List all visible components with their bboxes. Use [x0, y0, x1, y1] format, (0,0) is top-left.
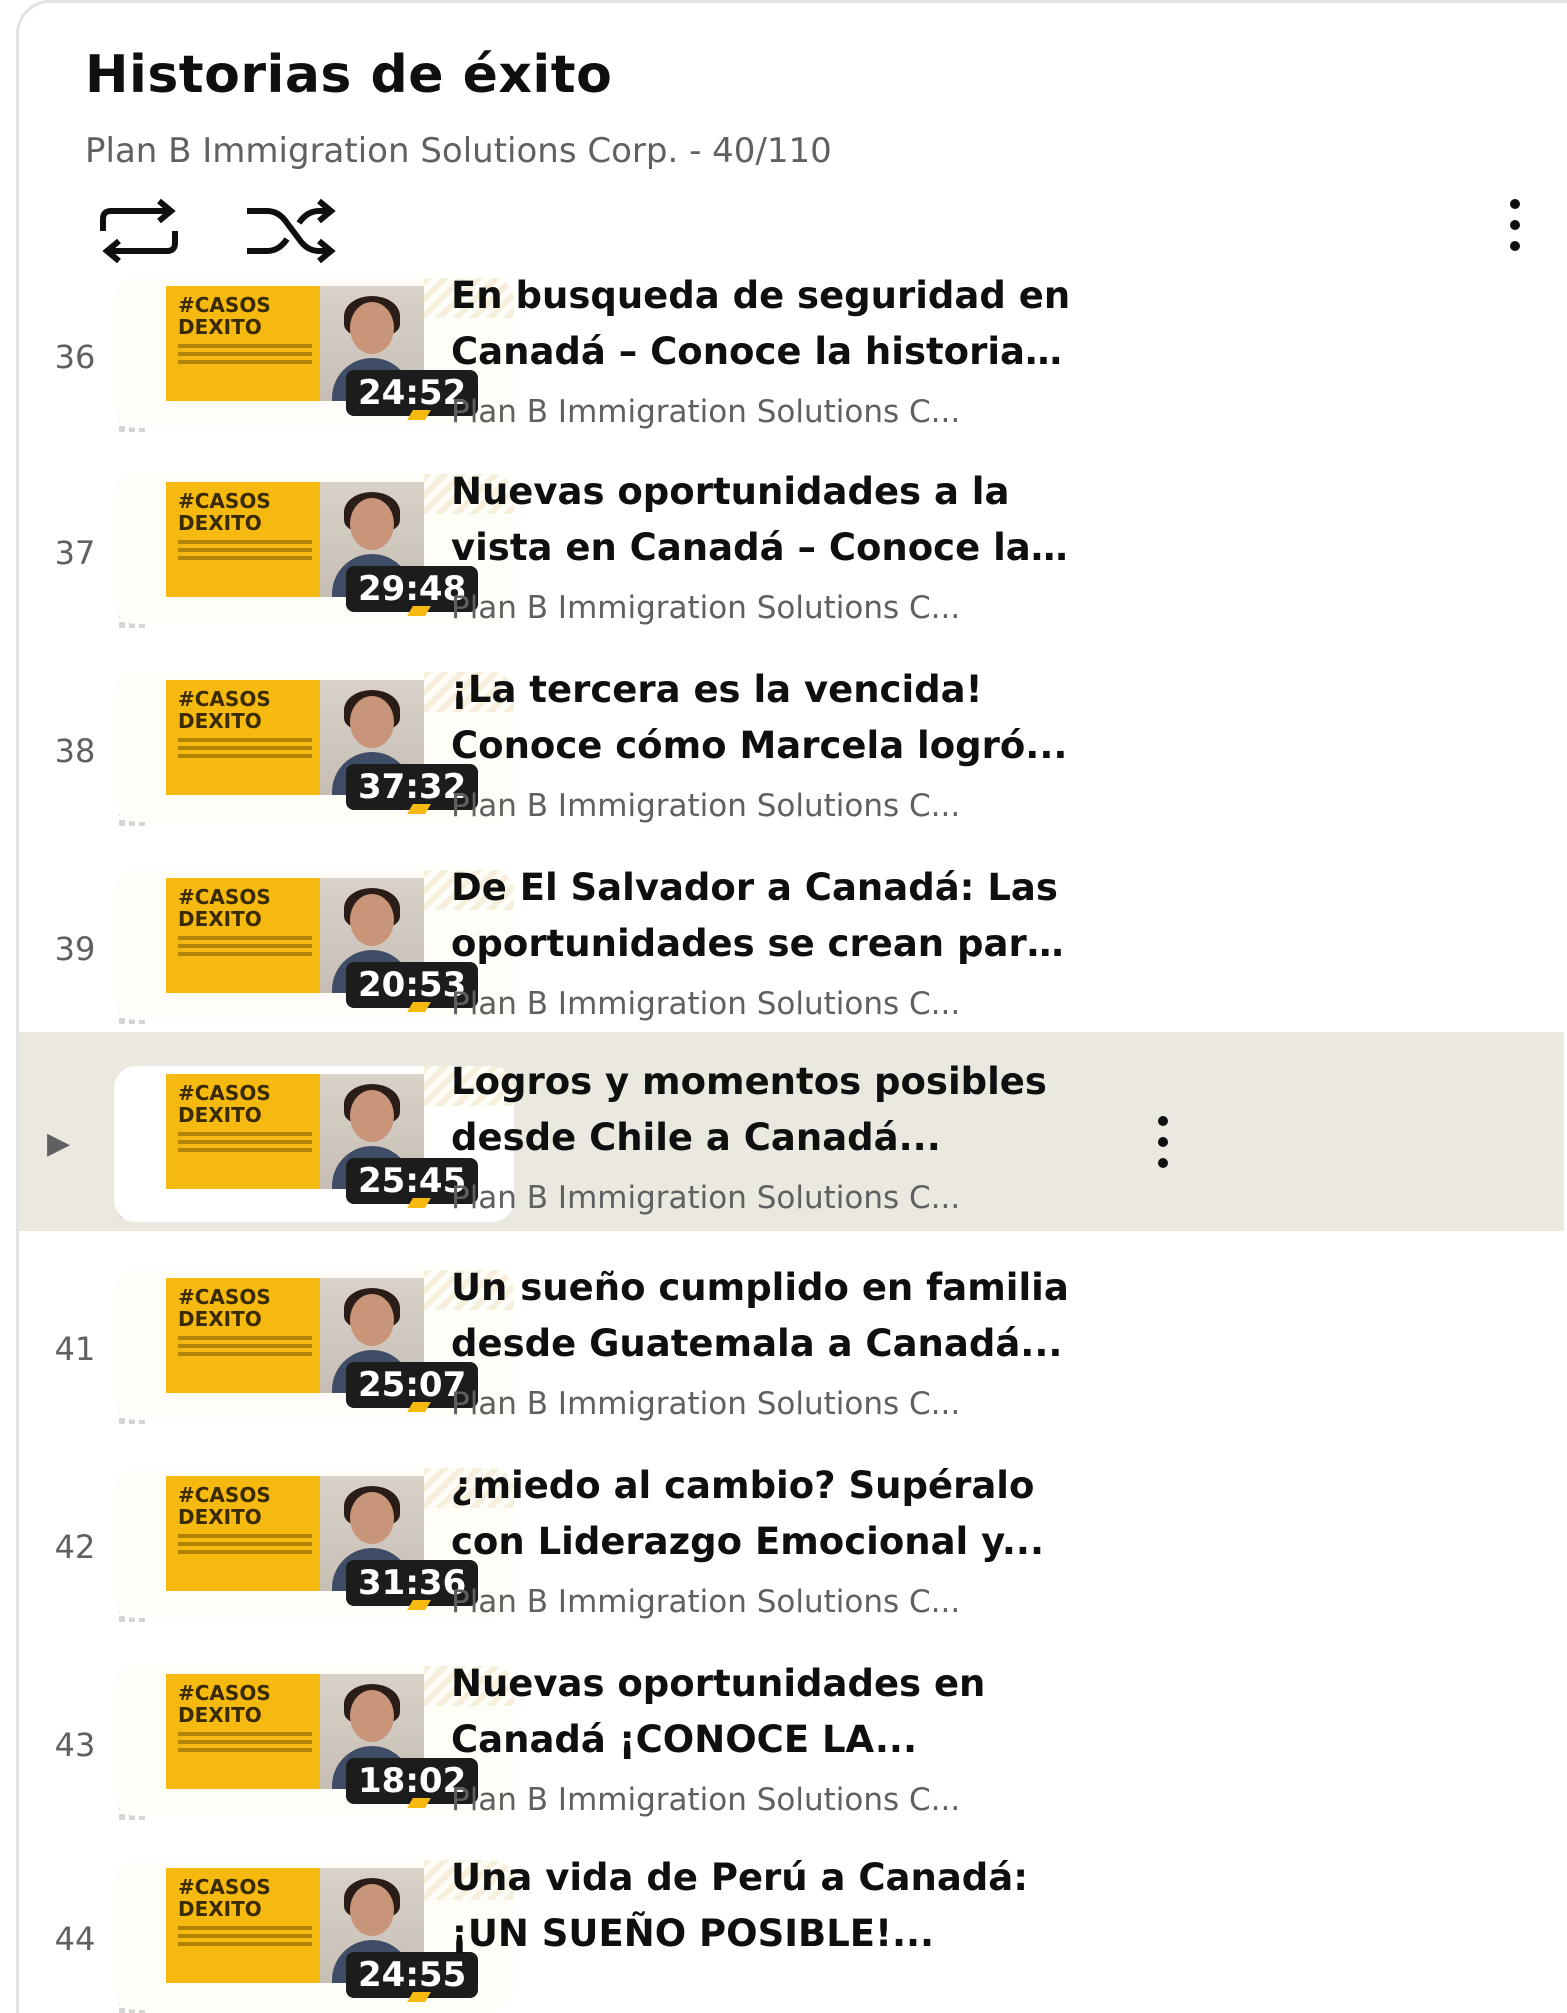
- thumbnail-corner: [407, 410, 431, 420]
- item-index: 38: [54, 732, 96, 770]
- video-title-line: Canadá – Conoce la historia ...: [451, 330, 1071, 373]
- poster-text: #CASOS DEXITO: [178, 1285, 271, 1331]
- channel-name[interactable]: Plan B Immigration Solutions C...: [451, 590, 960, 626]
- shuffle-playlist-button[interactable]: [241, 193, 341, 269]
- channel-name[interactable]: Plan B Immigration Solutions C...: [451, 1584, 960, 1620]
- video-title-line: Canadá ¡CONOCE LA...: [451, 1718, 918, 1761]
- thumbnail-poster: #CASOS DEXITO: [166, 680, 320, 795]
- playlist-header: Historias de éxito Plan B Immigration So…: [19, 3, 1567, 278]
- channel-name[interactable]: Plan B Immigration Solutions C...: [451, 788, 960, 824]
- video-title-line: desde Guatemala a Canadá...: [451, 1322, 1063, 1365]
- thumbnail-corner: [407, 606, 431, 616]
- playlist-item[interactable]: 42 #CASOS DEXITO 31:36 ¿miedo al cambio?…: [19, 1464, 1564, 1667]
- thumbnail-poster: #CASOS DEXITO: [166, 1476, 320, 1591]
- video-title-line: Nuevas oportunidades en: [451, 1662, 986, 1705]
- repeat-icon: [100, 198, 178, 264]
- video-title[interactable]: ¿miedo al cambio? Supéralo con Liderazgo…: [451, 1458, 1071, 1570]
- playlist-item[interactable]: 43 #CASOS DEXITO 18:02 Nuevas oportunida…: [19, 1662, 1564, 1865]
- thumbnail-poster: #CASOS DEXITO: [166, 1278, 320, 1393]
- video-title[interactable]: Un sueño cumplido en familia desde Guate…: [451, 1260, 1071, 1372]
- video-title-line: ¿miedo al cambio? Supéralo: [451, 1464, 1035, 1507]
- thumbnail-poster: #CASOS DEXITO: [166, 878, 320, 993]
- poster-text: #CASOS DEXITO: [178, 1681, 271, 1727]
- thumbnail-corner: [407, 1600, 431, 1610]
- video-title[interactable]: En busqueda de seguridad en Canadá – Con…: [451, 268, 1071, 380]
- video-title-line: con Liderazgo Emocional y...: [451, 1520, 1044, 1563]
- poster-text: #CASOS DEXITO: [178, 1081, 271, 1127]
- playlist-item[interactable]: 37 #CASOS DEXITO 29:48 Nuevas oportunida…: [19, 470, 1564, 673]
- playlist-panel: Historias de éxito Plan B Immigration So…: [16, 0, 1567, 2013]
- video-title-line: En busqueda de seguridad en: [451, 274, 1071, 317]
- item-index: 42: [54, 1528, 96, 1566]
- poster-text: #CASOS DEXITO: [178, 1875, 271, 1921]
- playlist-item[interactable]: 38 #CASOS DEXITO 37:32 ¡La tercera es la…: [19, 668, 1564, 871]
- item-index: 37: [54, 534, 96, 572]
- thumbnail-corner: [407, 1198, 431, 1208]
- shuffle-icon: [247, 198, 336, 264]
- video-title-line: Logros y momentos posibles: [451, 1060, 1047, 1103]
- video-title-line: Una vida de Perú a Canadá:: [451, 1856, 1029, 1899]
- playlist-subtitle[interactable]: Plan B Immigration Solutions Corp. - 40/…: [85, 131, 832, 171]
- video-title-line: desde Chile a Canadá...: [451, 1116, 941, 1159]
- item-index: 44: [54, 1920, 96, 1958]
- thumbnail-poster: #CASOS DEXITO: [166, 1868, 320, 1983]
- item-index: 36: [54, 338, 96, 376]
- more-vert-icon: [1143, 1116, 1183, 1168]
- video-title-line: ¡UN SUEÑO POSIBLE!...: [451, 1912, 935, 1955]
- video-title-line: Nuevas oportunidades a la: [451, 470, 1010, 513]
- poster-text: #CASOS DEXITO: [178, 1483, 271, 1529]
- video-title[interactable]: ¡La tercera es la vencida! Conoce cómo M…: [451, 662, 1071, 774]
- thumbnail-corner: [407, 1798, 431, 1808]
- thumbnail-poster: #CASOS DEXITO: [166, 286, 320, 401]
- video-title-line: Conoce cómo Marcela logró...: [451, 724, 1068, 767]
- loop-playlist-button[interactable]: [89, 193, 189, 269]
- video-title[interactable]: Logros y momentos posibles desde Chile a…: [451, 1054, 1071, 1166]
- thumbnail-corner: [407, 1992, 431, 2002]
- video-title[interactable]: Una vida de Perú a Canadá: ¡UN SUEÑO POS…: [451, 1850, 1071, 1962]
- playlist-item[interactable]: ▶ #CASOS DEXITO 25:45 Logros y momentos …: [19, 1032, 1564, 1231]
- poster-text: #CASOS DEXITO: [178, 885, 271, 931]
- video-title[interactable]: De El Salvador a Canadá: Las oportunidad…: [451, 860, 1071, 972]
- video-title[interactable]: Nuevas oportunidades a la vista en Canad…: [451, 464, 1071, 576]
- thumbnail-poster: #CASOS DEXITO: [166, 482, 320, 597]
- thumbnail-poster: #CASOS DEXITO: [166, 1074, 320, 1189]
- item-index: 41: [54, 1330, 96, 1368]
- more-vert-icon: [1495, 199, 1535, 251]
- video-title-line: Un sueño cumplido en familia: [451, 1266, 1069, 1309]
- thumbnail-poster: #CASOS DEXITO: [166, 1674, 320, 1789]
- playlist-item[interactable]: 41 #CASOS DEXITO 25:07 Un sueño cumplido…: [19, 1266, 1564, 1469]
- channel-name[interactable]: Plan B Immigration Solutions C...: [451, 1782, 960, 1818]
- thumbnail-corner: [407, 1402, 431, 1412]
- item-index: 43: [54, 1726, 96, 1764]
- playlist-more-button[interactable]: [1495, 199, 1535, 263]
- channel-name[interactable]: Plan B Immigration Solutions C...: [451, 1180, 960, 1216]
- poster-text: #CASOS DEXITO: [178, 293, 271, 339]
- video-title-line: ¡La tercera es la vencida!: [451, 668, 983, 711]
- poster-text: #CASOS DEXITO: [178, 489, 271, 535]
- playlist-item[interactable]: 36 #CASOS DEXITO 24:52 En busqueda de se…: [19, 274, 1564, 477]
- channel-name[interactable]: Plan B Immigration Solutions C...: [451, 986, 960, 1022]
- item-more-button[interactable]: [1143, 1116, 1183, 1176]
- now-playing-icon: ▶: [47, 1126, 71, 1161]
- video-title-line: vista en Canadá – Conoce la...: [451, 526, 1071, 569]
- channel-name[interactable]: Plan B Immigration Solutions C...: [451, 394, 960, 430]
- thumbnail-corner: [407, 804, 431, 814]
- item-index: 39: [54, 930, 96, 968]
- video-title-line: De El Salvador a Canadá: Las: [451, 866, 1058, 909]
- thumbnail-corner: [407, 1002, 431, 1012]
- video-title[interactable]: Nuevas oportunidades en Canadá ¡CONOCE L…: [451, 1656, 1071, 1768]
- playlist-title[interactable]: Historias de éxito: [85, 45, 612, 105]
- playlist-item[interactable]: 44 #CASOS DEXITO 24:55 Una vida de Perú …: [19, 1856, 1564, 2013]
- video-title-line: oportunidades se crean para...: [451, 922, 1071, 965]
- channel-name[interactable]: Plan B Immigration Solutions C...: [451, 1386, 960, 1422]
- poster-text: #CASOS DEXITO: [178, 687, 271, 733]
